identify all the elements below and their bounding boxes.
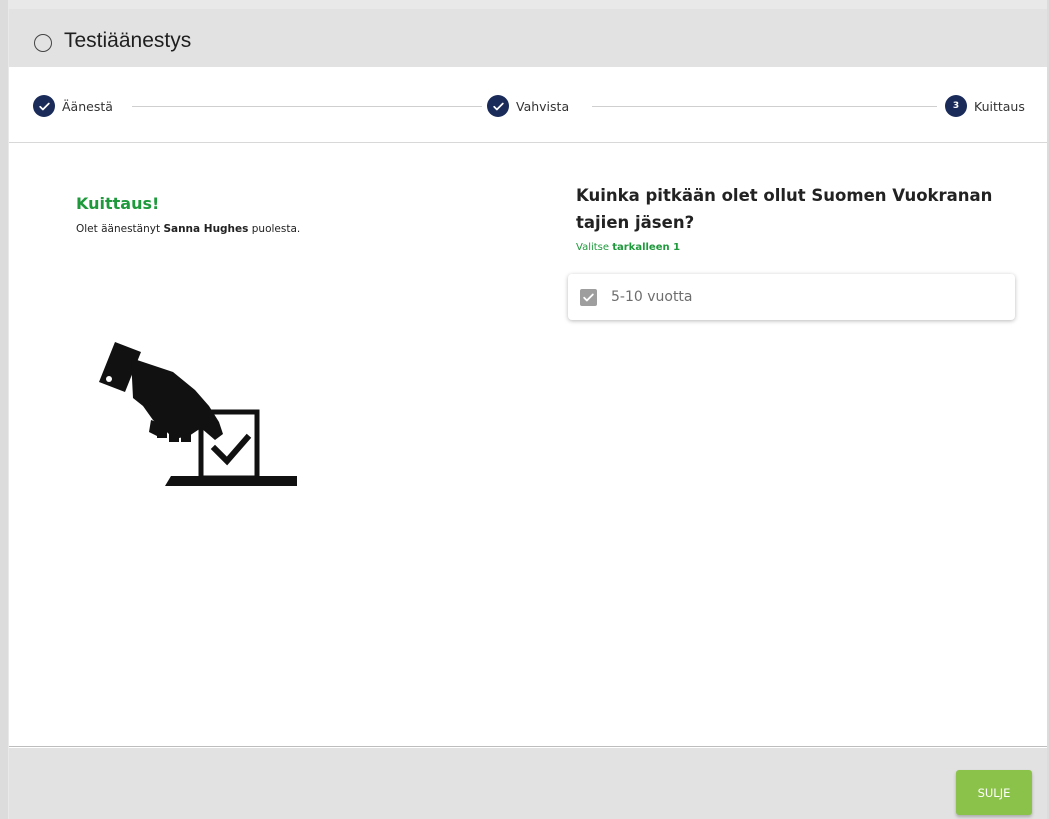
step-connector: [132, 106, 482, 107]
dialog-title-bar: Testiäänestys: [9, 9, 1047, 67]
ballot-box-hand-icon: [99, 342, 297, 486]
step-label-aanesta: Äänestä: [62, 98, 113, 114]
dialog-title: Testiäänestys: [64, 29, 192, 52]
step-kuittaus: 3 Kuittaus: [945, 95, 1025, 117]
close-button[interactable]: SULJE: [956, 770, 1032, 815]
receipt-heading: Kuittaus!: [76, 194, 160, 213]
step-label-vahvista: Vahvista: [516, 98, 570, 114]
step-vahvista: Vahvista: [487, 95, 569, 117]
dialog-content: Kuittaus! Olet äänestänyt Sanna Hughes p…: [9, 144, 1047, 747]
stepper: Äänestä Vahvista 3 Kuittaus: [9, 67, 1047, 143]
option-label: 5-10 vuotta: [611, 289, 693, 305]
page-backdrop-left: [0, 0, 8, 819]
radio-unchecked-icon: [34, 34, 52, 52]
receipt-text: Olet äänestänyt Sanna Hughes puolesta.: [76, 223, 301, 235]
step-connector: [592, 106, 937, 107]
step-aanesta: Äänestä: [33, 95, 113, 117]
step-number-badge: 3: [945, 95, 967, 117]
selection-hint: Valitse tarkalleen 1: [576, 242, 681, 253]
step-label-kuittaus: Kuittaus: [974, 98, 1025, 114]
check-circle-icon: [33, 95, 55, 117]
dialog-footer: SULJE: [9, 748, 1047, 819]
vote-dialog: Testiäänestys Äänestä Vahvista 3 Kuittau…: [9, 9, 1047, 819]
checkbox-checked-icon[interactable]: [580, 288, 597, 306]
voter-name: Sanna Hughes: [163, 223, 249, 235]
option-card[interactable]: 5-10 vuotta: [568, 274, 1015, 320]
question-title: Kuinka pitkään olet ollut Suomen Vuokran…: [576, 186, 993, 232]
check-circle-icon: [487, 95, 509, 117]
